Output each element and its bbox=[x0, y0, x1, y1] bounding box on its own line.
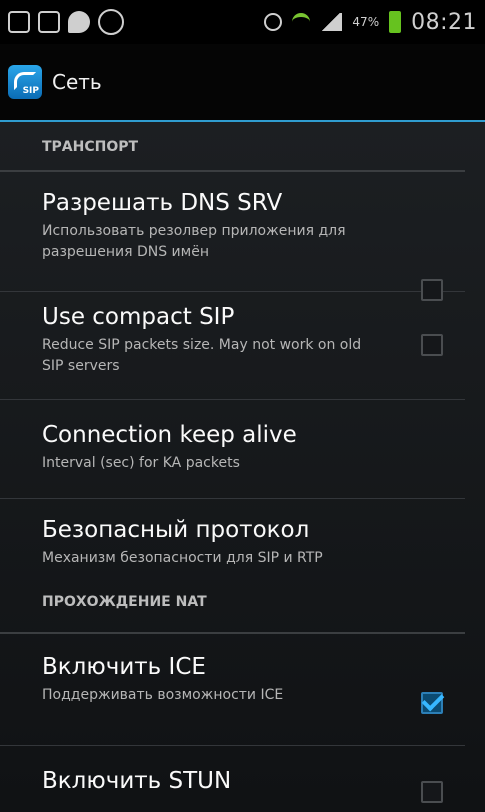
wifi-icon bbox=[292, 13, 311, 31]
pref-ice[interactable]: Включить ICE Поддерживать возможности IC… bbox=[0, 634, 465, 746]
signal-icon bbox=[320, 13, 343, 31]
pref-title: Безопасный протокол bbox=[42, 517, 310, 543]
pref-summary: Reduce SIP packets size. May not work on… bbox=[42, 337, 362, 374]
pref-secure-protocol[interactable]: Безопасный протокол Механизм безопасност… bbox=[0, 499, 465, 589]
clock: 08:21 bbox=[411, 9, 477, 35]
circle-icon bbox=[98, 9, 124, 35]
pref-keep-alive[interactable]: Connection keep alive Interval (sec) for… bbox=[0, 400, 465, 499]
alarm-icon bbox=[264, 13, 283, 31]
status-bar: 47% 08:21 bbox=[0, 0, 485, 44]
image-icon bbox=[38, 11, 60, 33]
message-icon bbox=[68, 11, 90, 33]
pref-summary: Interval (sec) for KA packets bbox=[42, 455, 240, 471]
pref-title: Connection keep alive bbox=[42, 422, 297, 448]
pref-summary: Механизм безопасности для SIP и RTP bbox=[42, 550, 323, 566]
action-bar: SIP Сеть bbox=[0, 44, 485, 122]
settings-list: ТРАНСПОРТ Разрешать DNS SRV Использовать… bbox=[0, 122, 485, 812]
pref-summary: Поддерживать возможности ICE bbox=[42, 687, 284, 703]
section-header-nat: ПРОХОЖДЕНИЕ NAT bbox=[0, 589, 465, 634]
section-header-transport: ТРАНСПОРТ bbox=[0, 122, 465, 172]
battery-icon bbox=[389, 11, 402, 33]
pref-compact-sip[interactable]: Use compact SIP Reduce SIP packets size.… bbox=[0, 292, 465, 400]
app-icon-label: SIP bbox=[22, 86, 39, 96]
battery-percent: 47% bbox=[352, 15, 380, 29]
pref-dns-srv[interactable]: Разрешать DNS SRV Использовать резолвер … bbox=[0, 172, 465, 301]
page-title: Сеть bbox=[52, 70, 102, 94]
pref-title: Use compact SIP bbox=[42, 304, 235, 330]
notification-icon bbox=[8, 11, 30, 33]
pref-title: Включить STUN bbox=[42, 768, 232, 794]
compact-sip-checkbox[interactable] bbox=[421, 334, 443, 356]
ice-checkbox[interactable] bbox=[421, 692, 443, 714]
pref-stun[interactable]: Включить STUN bbox=[0, 746, 465, 812]
pref-summary: Использовать резолвер приложения для раз… bbox=[42, 223, 346, 260]
app-icon[interactable]: SIP bbox=[8, 65, 42, 99]
stun-checkbox[interactable] bbox=[421, 781, 443, 803]
pref-title: Разрешать DNS SRV bbox=[42, 190, 283, 216]
pref-title: Включить ICE bbox=[42, 654, 206, 680]
